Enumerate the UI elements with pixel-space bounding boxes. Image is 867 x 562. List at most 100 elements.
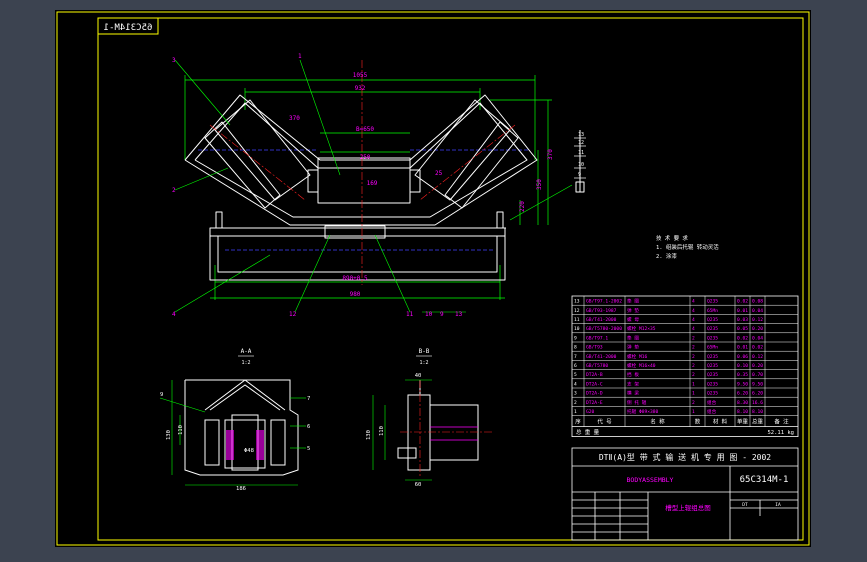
parts-cell-code: GB/T41-2000 xyxy=(586,354,617,360)
parts-cell-mat: 65Mn xyxy=(707,308,718,314)
svg-text:10: 10 xyxy=(578,162,584,168)
dim-section-b-60: 60 xyxy=(415,482,422,488)
parts-cell-no: 1 xyxy=(574,409,577,415)
balloon-11: 11 xyxy=(406,311,414,318)
parts-cell-w1: 0.10 xyxy=(737,363,748,369)
parts-cell-code: G20 xyxy=(586,409,595,415)
parts-cell-no: 11 xyxy=(574,317,580,323)
balloon-10: 10 xyxy=(425,311,433,318)
dim-section-b-40: 40 xyxy=(415,373,422,379)
parts-cell-mat: 组合 xyxy=(707,399,717,406)
parts-cell-qty: 2 xyxy=(692,400,695,406)
parts-header-col7: 总重 xyxy=(752,418,764,426)
parts-cell-name: 螺栓 M16 xyxy=(627,353,647,360)
parts-cell-name: 弹 垫 xyxy=(627,307,639,314)
parts-cell-w1: 0.35 xyxy=(737,372,748,378)
cad-drawing-canvas: 65C314M-1 1055 932 B=650 250 169 370 370… xyxy=(55,10,811,547)
parts-cell-w1: 0.02 xyxy=(737,299,748,305)
balloon-4: 4 xyxy=(172,311,176,318)
drawing-number: 65C314M-1 xyxy=(740,475,789,485)
parts-cell-w2: 0.20 xyxy=(752,326,763,332)
notes-title: 技 术 要 求 xyxy=(656,234,688,242)
parts-header-col4: 数 xyxy=(695,418,701,426)
parts-cell-no: 9 xyxy=(574,335,577,341)
dim-370: 370 xyxy=(547,149,554,160)
parts-cell-mat: Q235 xyxy=(707,354,718,360)
parts-cell-mat: Q235 xyxy=(707,363,718,369)
parts-cell-name: 支 架 xyxy=(627,380,639,387)
parts-cell-w1: 0.03 xyxy=(737,317,748,323)
dim-350: 350 xyxy=(536,179,543,190)
parts-cell-w1: 0.02 xyxy=(737,335,748,341)
parts-cell-qty: 4 xyxy=(692,308,695,314)
parts-cell-no: 13 xyxy=(574,299,580,305)
parts-cell-no: 5 xyxy=(574,372,577,378)
parts-cell-no: 4 xyxy=(574,381,577,387)
dim-890: 890±0.5 xyxy=(342,275,368,282)
total-weight-label: 总 重 量 xyxy=(576,428,600,436)
assembly-english-name: BODYASSEMBLY xyxy=(627,476,674,484)
parts-cell-no: 2 xyxy=(574,400,577,406)
parts-cell-code: GB/T93-1987 xyxy=(586,308,617,314)
parts-cell-w2: 8.10 xyxy=(752,409,763,415)
svg-text:12: 12 xyxy=(578,140,584,146)
parts-cell-qty: 2 xyxy=(692,354,695,360)
parts-cell-w2: 0.20 xyxy=(752,363,763,369)
parts-cell-w2: 0.04 xyxy=(752,308,763,314)
svg-text:9: 9 xyxy=(578,172,581,178)
title-code-small-2: IA xyxy=(775,502,781,508)
notes-line-2: 2. 涂漆 xyxy=(656,252,677,260)
parts-cell-code: GB/T5780-2000 xyxy=(586,326,622,332)
parts-cell-no: 6 xyxy=(574,363,577,369)
total-weight-value: 52.11 kg xyxy=(768,430,795,436)
parts-cell-w2: 0.02 xyxy=(752,345,763,351)
parts-cell-qty: 2 xyxy=(692,345,695,351)
parts-cell-mat: Q235 xyxy=(707,335,718,341)
parts-cell-w2: 6.20 xyxy=(752,391,763,397)
parts-cell-no: 10 xyxy=(574,326,580,332)
section-b-label: B-B xyxy=(419,348,430,355)
dim-section-a-height: 130 xyxy=(166,430,172,440)
parts-cell-qty: 4 xyxy=(692,299,695,305)
balloon-9: 9 xyxy=(440,311,444,318)
parts-cell-mat: Q235 xyxy=(707,299,718,305)
parts-cell-code: DT2A-E xyxy=(586,400,603,406)
parts-header-col1: 序 xyxy=(575,418,581,426)
parts-cell-name: 侧 托 辊 xyxy=(627,399,647,406)
parts-cell-w2: 16.6 xyxy=(752,400,763,406)
parts-cell-w2: 0.12 xyxy=(752,317,763,323)
balloon-section-a-9: 9 xyxy=(160,392,163,398)
parts-header-col2: 代 号 xyxy=(597,418,612,426)
dim-section-b-110: 110 xyxy=(379,426,385,436)
parts-cell-qty: 2 xyxy=(692,363,695,369)
parts-header-col3: 名 称 xyxy=(650,418,665,426)
parts-cell-no: 12 xyxy=(574,308,580,314)
standard-title: DTⅡ(A)型 带 式 输 送 机 专 用 图 - 2002 xyxy=(599,452,771,462)
parts-cell-code: GB/T93 xyxy=(586,345,603,351)
drawing-sheet xyxy=(55,10,811,547)
svg-text:65C314M-1: 65C314M-1 xyxy=(104,23,153,33)
parts-cell-name: 垫 圈 xyxy=(627,298,639,305)
parts-cell-w2: 0.08 xyxy=(752,299,763,305)
parts-cell-code: DT2A-C xyxy=(586,381,603,387)
balloon-12: 12 xyxy=(289,311,297,318)
dim-250: 250 xyxy=(360,154,371,161)
balloon-3: 3 xyxy=(172,57,176,64)
parts-cell-w1: 6.20 xyxy=(737,391,748,397)
parts-header-col8: 备 注 xyxy=(774,418,789,426)
dim-25: 25 xyxy=(435,170,443,177)
dim-169: 169 xyxy=(367,180,378,187)
parts-cell-name: 横 梁 xyxy=(627,390,639,397)
parts-cell-no: 3 xyxy=(574,391,577,397)
parts-cell-code: DT2A-B xyxy=(586,372,603,378)
parts-cell-mat: 65Mn xyxy=(707,345,718,351)
dim-section-b-130: 130 xyxy=(366,430,372,440)
svg-text:11: 11 xyxy=(578,150,584,156)
parts-header-col6: 单重 xyxy=(737,418,749,426)
parts-cell-qty: 4 xyxy=(692,317,695,323)
balloon-1: 1 xyxy=(298,53,302,60)
parts-cell-no: 7 xyxy=(574,354,577,360)
parts-cell-code: GB/T5780 xyxy=(586,363,608,369)
notes-line-1: 1. 组装后托辊 转动灵活 xyxy=(656,243,719,251)
dim-932: 932 xyxy=(355,85,366,92)
